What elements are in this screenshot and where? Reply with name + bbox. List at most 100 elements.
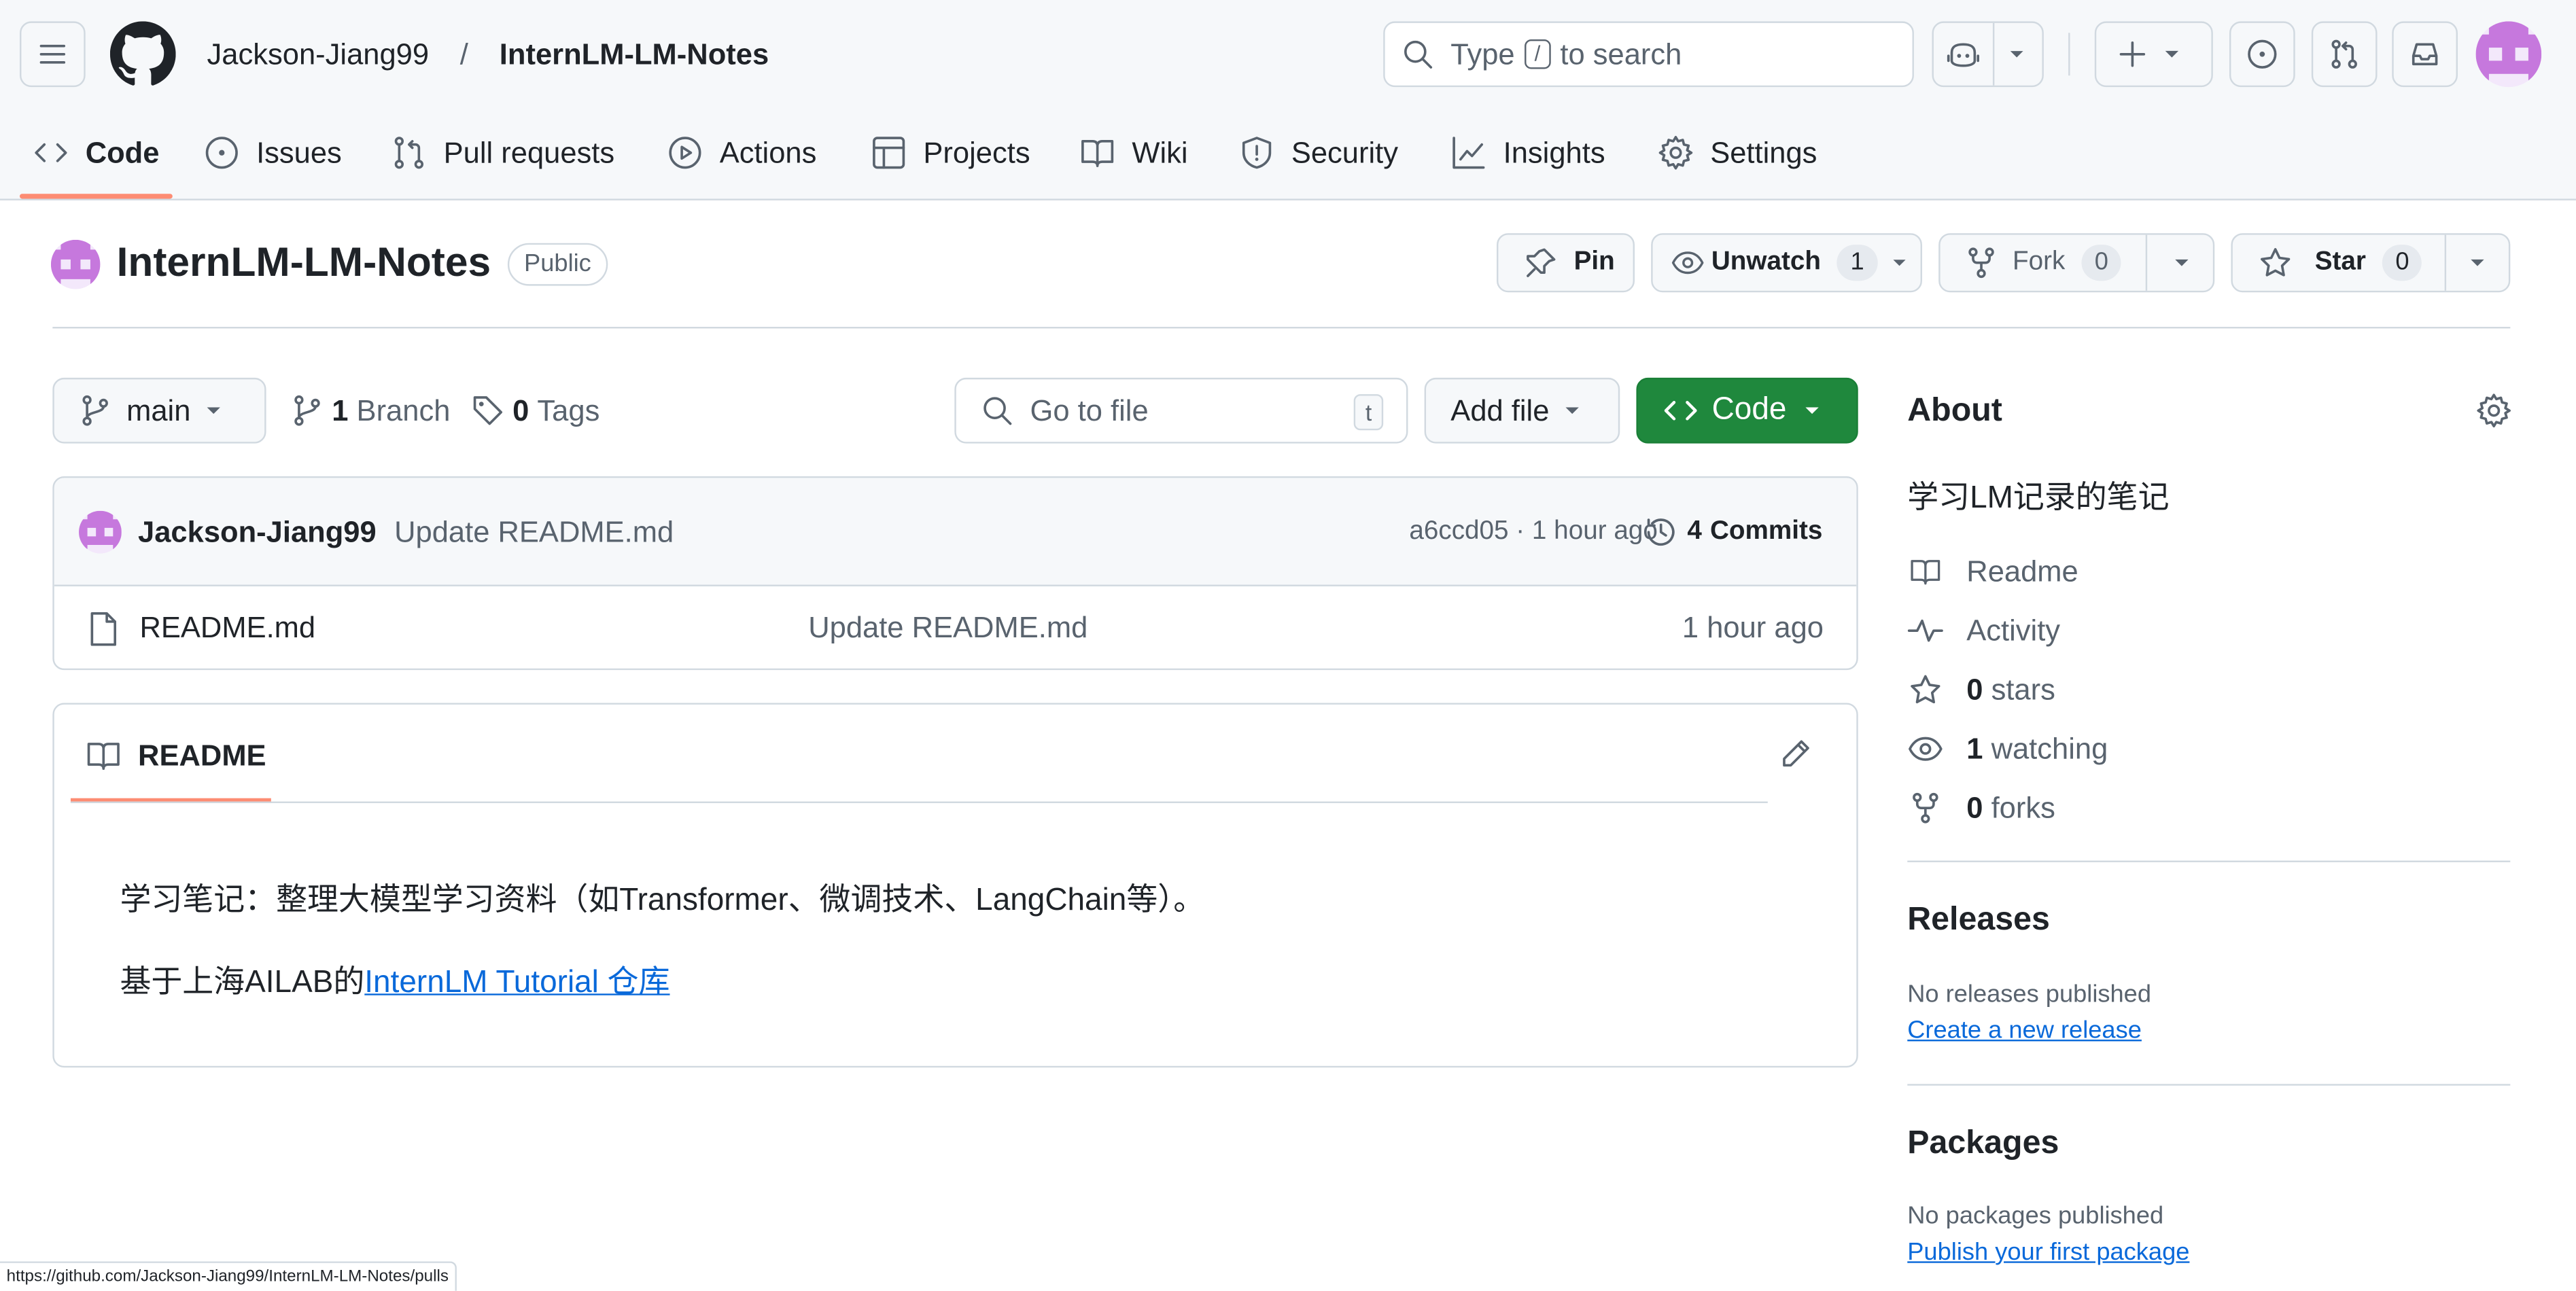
inbox-icon bbox=[2412, 43, 2438, 66]
about-heading: About bbox=[1907, 392, 2002, 429]
copilot-button[interactable] bbox=[1932, 21, 2044, 88]
breadcrumb-separator: / bbox=[459, 37, 468, 71]
repo-owner-avatar[interactable] bbox=[50, 239, 101, 289]
about-forks-link[interactable]: 0 forks bbox=[1907, 788, 2055, 828]
tab-wiki[interactable]: Wiki bbox=[1079, 131, 1188, 174]
tab-settings-label: Settings bbox=[1710, 135, 1817, 169]
tab-settings[interactable]: Settings bbox=[1658, 131, 1817, 174]
eye-icon bbox=[1671, 251, 1704, 275]
repo-description: 学习LM记录的笔记 bbox=[1907, 481, 2170, 516]
go-to-file-input[interactable]: Go to file t bbox=[954, 377, 1408, 444]
about-watching-link[interactable]: 1 watching bbox=[1907, 729, 2108, 768]
issue-icon bbox=[2248, 39, 2277, 69]
play-icon bbox=[669, 137, 701, 169]
releases-heading[interactable]: Releases bbox=[1907, 902, 2050, 940]
menu-button[interactable] bbox=[20, 21, 86, 88]
tab-security[interactable]: Security bbox=[1238, 131, 1398, 174]
sidebar-divider bbox=[1907, 1084, 2511, 1086]
chevron-down-icon bbox=[2165, 50, 2179, 58]
branches-link[interactable]: 1 Branch bbox=[292, 391, 450, 430]
readme-tab[interactable]: README bbox=[86, 737, 266, 773]
commit-message[interactable]: Update README.md bbox=[394, 516, 674, 550]
star-icon bbox=[1911, 675, 1940, 704]
publish-package-link[interactable]: Publish your first package bbox=[1907, 1238, 2189, 1266]
breadcrumb-repo[interactable]: InternLM-LM-Notes bbox=[500, 36, 769, 72]
gear-icon bbox=[1658, 136, 1693, 170]
eye-icon bbox=[1909, 737, 1943, 761]
unwatch-button[interactable]: Unwatch 1 bbox=[1651, 233, 1923, 293]
go-to-file-placeholder: Go to file bbox=[1030, 393, 1149, 427]
chevron-down-icon[interactable] bbox=[2159, 255, 2205, 271]
link-preview-statusbar: https://github.com/Jackson-Jiang99/Inter… bbox=[0, 1261, 457, 1291]
pin-icon bbox=[1527, 248, 1556, 277]
star-label: Star bbox=[2314, 247, 2366, 277]
code-dropdown-button[interactable]: Code bbox=[1636, 377, 1858, 444]
tab-projects[interactable]: Projects bbox=[871, 131, 1030, 174]
tab-actions[interactable]: Actions bbox=[667, 131, 816, 174]
file-commit-message[interactable]: Update README.md bbox=[808, 611, 1087, 646]
about-settings-button[interactable] bbox=[2476, 393, 2512, 429]
add-file-button[interactable]: Add file bbox=[1424, 377, 1620, 444]
branch-selector[interactable]: main bbox=[52, 377, 266, 444]
chevron-down-icon bbox=[2010, 51, 2023, 58]
tags-link[interactable]: 0 Tags bbox=[472, 391, 600, 430]
commits-link[interactable]: 4 Commits bbox=[1645, 514, 1822, 550]
github-logo-icon[interactable] bbox=[109, 21, 176, 87]
issues-button[interactable] bbox=[2229, 21, 2295, 88]
tag-count: 0 bbox=[512, 393, 529, 427]
about-readme-link[interactable]: Readme bbox=[1907, 552, 2078, 591]
internlm-tutorial-link[interactable]: InternLM Tutorial 仓库 bbox=[364, 966, 669, 1000]
visibility-badge: Public bbox=[507, 243, 608, 286]
create-new-button[interactable] bbox=[2094, 21, 2213, 88]
branch-icon bbox=[82, 395, 108, 426]
branch-name: main bbox=[126, 393, 191, 427]
packages-heading[interactable]: Packages bbox=[1907, 1125, 2059, 1163]
search-suffix: to search bbox=[1560, 37, 1682, 70]
fork-icon bbox=[1968, 247, 1994, 279]
about-readme-label: Readme bbox=[1966, 554, 2078, 588]
about-stars-link[interactable]: 0 stars bbox=[1907, 670, 2055, 709]
copilot-icon[interactable] bbox=[1934, 22, 1995, 86]
fork-button[interactable]: Fork 0 bbox=[1938, 233, 2215, 293]
about-activity-link[interactable]: Activity bbox=[1907, 611, 2060, 650]
tab-security-label: Security bbox=[1291, 135, 1399, 169]
pull-request-icon bbox=[2331, 39, 2357, 69]
search-input[interactable]: Type / to search bbox=[1383, 21, 1914, 88]
file-name[interactable]: README.md bbox=[139, 611, 315, 646]
watch-count: 1 bbox=[1837, 245, 1877, 281]
branch-count-label: Branch bbox=[356, 393, 451, 427]
breadcrumb-owner[interactable]: Jackson-Jiang99 bbox=[207, 36, 430, 72]
pull-requests-button[interactable] bbox=[2311, 21, 2378, 88]
pin-button[interactable]: Pin bbox=[1496, 233, 1635, 293]
commit-author[interactable]: Jackson-Jiang99 bbox=[138, 516, 377, 550]
latest-commit-bar: Jackson-Jiang99 Update README.md a6ccd05… bbox=[54, 478, 1857, 586]
tab-pull-requests-label: Pull requests bbox=[443, 135, 615, 169]
header-divider bbox=[2068, 33, 2070, 76]
search-prefix: Type bbox=[1450, 37, 1515, 70]
file-row[interactable]: README.md Update README.md 1 hour ago bbox=[54, 586, 1857, 669]
tag-count-label: Tags bbox=[537, 393, 600, 427]
fork-icon bbox=[1913, 792, 1938, 824]
chevron-down-icon[interactable] bbox=[2454, 255, 2501, 271]
forks-count: 0 bbox=[1966, 790, 1983, 824]
inbox-button[interactable] bbox=[2392, 21, 2458, 88]
releases-empty-text: No releases published bbox=[1907, 980, 2152, 1009]
readme-panel: README 学习笔记：整理大模型学习资料（如Transformer、微调技术、… bbox=[52, 703, 1858, 1068]
tab-code[interactable]: Code bbox=[33, 131, 159, 174]
graph-icon bbox=[1452, 137, 1485, 169]
tab-insights[interactable]: Insights bbox=[1450, 131, 1605, 174]
branch-count: 1 bbox=[332, 393, 349, 427]
tab-pull-requests[interactable]: Pull requests bbox=[391, 131, 614, 174]
commit-hash-time[interactable]: a6ccd05 · 1 hour ago bbox=[1409, 517, 1658, 547]
tab-issues-label: Issues bbox=[256, 135, 342, 169]
repo-title[interactable]: InternLM-LM-Notes bbox=[117, 240, 491, 287]
tab-code-label: Code bbox=[85, 135, 160, 169]
edit-readme-button[interactable] bbox=[1779, 737, 1812, 770]
star-button[interactable]: Star 0 bbox=[2231, 233, 2511, 293]
about-activity-label: Activity bbox=[1966, 613, 2061, 647]
tab-issues[interactable]: Issues bbox=[204, 131, 342, 174]
commit-author-avatar[interactable] bbox=[79, 510, 122, 554]
user-avatar[interactable] bbox=[2475, 21, 2542, 88]
tab-projects-label: Projects bbox=[923, 135, 1030, 169]
create-release-link[interactable]: Create a new release bbox=[1907, 1016, 2142, 1044]
